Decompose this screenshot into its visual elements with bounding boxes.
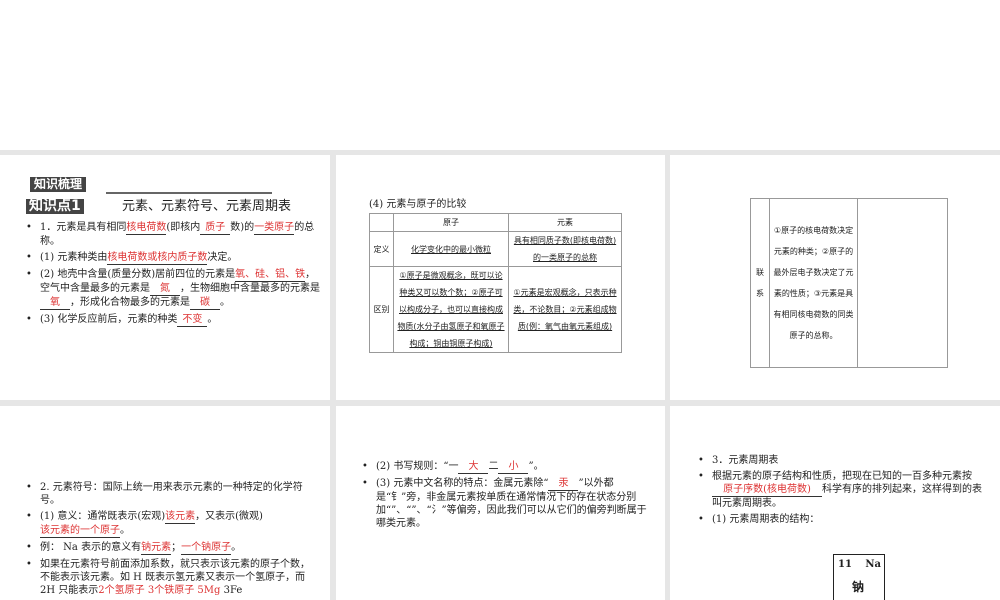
list-item: (1) 元素种类由核电荷数或核内质子数决定。 bbox=[26, 251, 322, 265]
relation-table: 联系 ①原子的核电荷数决定元素的种类；②原子的最外层电子数决定了元素的性质；③元素… bbox=[750, 198, 948, 368]
slide-5[interactable]: (2) 书写规则：“一大二小”。 (3) 元素中文名称的特点：金属元素除“汞”以… bbox=[336, 406, 665, 600]
section-header: 知识梳理 bbox=[30, 177, 87, 192]
empty-cell bbox=[857, 198, 948, 368]
list-item: (3) 化学反应前后，元素的种类不变。 bbox=[26, 313, 322, 327]
cell: ①原子是微观概念，既可以论种类又可以数个数；②原子可以构成分子，也可以直接构成物… bbox=[393, 266, 509, 353]
list-item: 如果在元素符号前面添加系数，就只表示该元素的原子个数，不能表示该元素。如 H 既… bbox=[26, 558, 312, 597]
list-item: 3．元素周期表 bbox=[698, 454, 984, 467]
slide-4[interactable]: 2. 元素符号：国际上统一用来表示元素的一种特定的化学符号。 (1) 意义：通常… bbox=[0, 406, 330, 600]
header-cell bbox=[369, 213, 394, 232]
element-symbol: Na bbox=[865, 559, 881, 570]
slide-3[interactable]: 联系 ①原子的核电荷数决定元素的种类；②原子的最外层电子数决定了元素的性质；③元素… bbox=[670, 155, 1000, 400]
cell: ①元素是宏观概念，只表示种类，不论数目；②元素组成物质(例：氧气由氧元素组成) bbox=[508, 266, 622, 353]
table-caption: (4) 元素与原子的比较 bbox=[369, 199, 467, 210]
list-item: 例： Na 表示的意义有钠元素；一个钠原子。 bbox=[26, 541, 312, 555]
slide-1[interactable]: 知识梳理 知识点1 元素、元素符号、元素周期表 1．元素是具有相同核电荷数(即核… bbox=[0, 155, 330, 400]
slide-6[interactable]: 3．元素周期表 根据元素的原子结构和性质，把现在已知的一百多种元素按原子序数(核… bbox=[670, 406, 1000, 600]
list-item: 1．元素是具有相同核电荷数(即核内质子数)的一类原子的总称。 bbox=[26, 221, 322, 248]
knowledge-point-badge: 知识点1 bbox=[26, 199, 84, 214]
list-item: (2) 地壳中含量(质量分数)居前四位的元素是氧、硅、铝、铁，空气中含量最多的元… bbox=[26, 268, 322, 310]
knowledge-point-title: 元素、元素符号、元素周期表 bbox=[122, 199, 292, 214]
slide-2[interactable]: (4) 元素与原子的比较 原子 元素 定义 化学变化中的最小微粒 具有相同质子数(即核… bbox=[336, 155, 665, 400]
cell: 具有相同质子数(即核电荷数)的一类原子的总称 bbox=[508, 231, 622, 267]
cell: 化学变化中的最小微粒 bbox=[393, 231, 509, 267]
list-item: 2. 元素符号：国际上统一用来表示元素的一种特定的化学符号。 bbox=[26, 481, 312, 507]
list-item: 根据元素的原子结构和性质，把现在已知的一百多种元素按原子序数(核电荷数)科学有序… bbox=[698, 470, 984, 510]
header-cell: 元素 bbox=[508, 213, 622, 232]
row-label: 区别 bbox=[369, 266, 394, 353]
header-rule bbox=[106, 192, 272, 194]
cell: ①原子的核电荷数决定元素的种类；②原子的最外层电子数决定了元素的性质；③元素是具… bbox=[769, 198, 858, 368]
list-item: (1) 意义：通常既表示(宏观)该元素，又表示(微观)该元素的一个原子。 bbox=[26, 510, 312, 538]
row-label: 联系 bbox=[750, 198, 770, 368]
list-item: (3) 元素中文名称的特点：金属元素除“汞”以外都是“钅”旁，非金属元素按单质在… bbox=[362, 477, 648, 530]
periodic-cell-sodium: 11 Na 钠 bbox=[833, 554, 885, 600]
comparison-table: 原子 元素 定义 化学变化中的最小微粒 具有相同质子数(即核电荷数)的一类原子的总称 … bbox=[369, 213, 622, 353]
element-name: 钠 bbox=[852, 580, 865, 594]
row-label: 定义 bbox=[369, 231, 394, 267]
list-item: (2) 书写规则：“一大二小”。 bbox=[362, 460, 648, 474]
header-cell: 原子 bbox=[393, 213, 509, 232]
list-item: (1) 元素周期表的结构： bbox=[698, 513, 984, 526]
atomic-number: 11 bbox=[838, 559, 852, 570]
